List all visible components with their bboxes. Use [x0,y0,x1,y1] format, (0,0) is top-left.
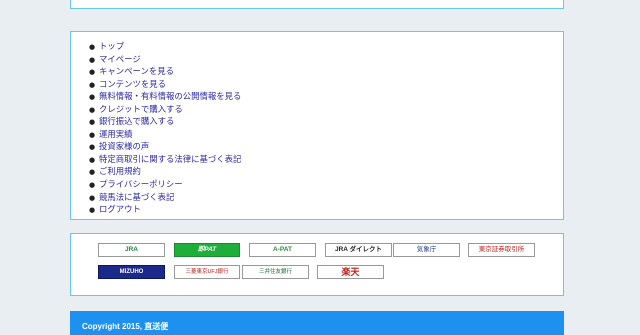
list-item: ● プライバシーポリシー [89,179,563,192]
list-item: ● 無料情報・有料情報の公開情報を見る [89,91,563,104]
link-public-info[interactable]: 無料情報・有料情報の公開情報を見る [99,91,241,101]
bullet-icon: ● [89,68,96,77]
list-item: ● 競馬法に基づく表記 [89,192,563,205]
partner-banners-panel: JRA 即PAT A-PAT JRA ダイレクト 気象庁 東京証券取引所 MIZ… [70,233,564,296]
list-item: ● 銀行振込で購入する [89,116,563,129]
list-item: ● クレジットで購入する [89,104,563,117]
list-item: ● 特定商取引に関する法律に基づく表記 [89,154,563,167]
copyright-text: Copyright 2015, 直送便 [82,322,169,331]
bullet-icon: ● [89,55,96,64]
rakuten-banner[interactable]: 楽天 [317,265,384,279]
list-item: ● ご利用規約 [89,166,563,179]
top-panel [70,0,564,9]
bullet-icon: ● [89,43,96,51]
link-top[interactable]: トップ [99,41,124,51]
site-links-list: ● トップ ● マイページ ● キャンペーンを見る ● コンテンツを見る ● 無料情報・有… [71,32,563,217]
link-testimonials[interactable]: 投資家様の声 [99,141,149,151]
bullet-icon: ● [89,105,96,114]
link-contents[interactable]: コンテンツを見る [99,79,166,89]
list-item: ● トップ [89,41,563,54]
kishou-banner[interactable]: 気象庁 [393,243,460,257]
bullet-icon: ● [89,193,96,202]
apat-banner[interactable]: A-PAT [249,243,316,257]
list-item: ● コンテンツを見る [89,79,563,92]
list-item: ● 運用実績 [89,129,563,142]
list-item: ● マイページ [89,54,563,67]
link-results[interactable]: 運用実績 [99,129,133,139]
ipat-banner[interactable]: 即PAT [174,243,240,257]
jra-direct-banner[interactable]: JRA ダイレクト [325,243,392,257]
link-credit-purchase[interactable]: クレジットで購入する [99,104,183,114]
bullet-icon: ● [89,155,96,164]
bullet-icon: ● [89,118,96,127]
link-terms[interactable]: ご利用規約 [99,166,141,176]
footer: Copyright 2015, 直送便 [70,311,564,335]
list-item: ● ログアウト [89,204,563,217]
link-mypage[interactable]: マイページ [99,54,141,64]
list-item: ● キャンペーンを見る [89,66,563,79]
tosho-banner[interactable]: 東京証券取引所 [468,243,535,257]
site-links-panel: ● トップ ● マイページ ● キャンペーンを見る ● コンテンツを見る ● 無料情報・有… [70,31,564,220]
link-logout[interactable]: ログアウト [99,204,141,214]
bullet-icon: ● [89,93,96,102]
link-privacy[interactable]: プライバシーポリシー [99,179,183,189]
link-bank-purchase[interactable]: 銀行振込で購入する [99,116,174,126]
bullet-icon: ● [89,181,96,190]
bullet-icon: ● [89,206,96,215]
link-commerce-law[interactable]: 特定商取引に関する法律に基づく表記 [99,154,241,164]
smbc-banner[interactable]: 三井住友銀行 [242,265,309,279]
mizuho-banner[interactable]: MIZUHO [98,265,165,279]
bullet-icon: ● [89,130,96,139]
link-horse-racing-law[interactable]: 競馬法に基づく表記 [99,192,174,202]
bullet-icon: ● [89,168,96,177]
link-campaign[interactable]: キャンペーンを見る [99,66,174,76]
bullet-icon: ● [89,143,96,152]
bullet-icon: ● [89,80,96,89]
list-item: ● 投資家様の声 [89,141,563,154]
jra-banner[interactable]: JRA [98,243,165,257]
mufg-banner[interactable]: 三菱東京UFJ銀行 [174,265,240,279]
